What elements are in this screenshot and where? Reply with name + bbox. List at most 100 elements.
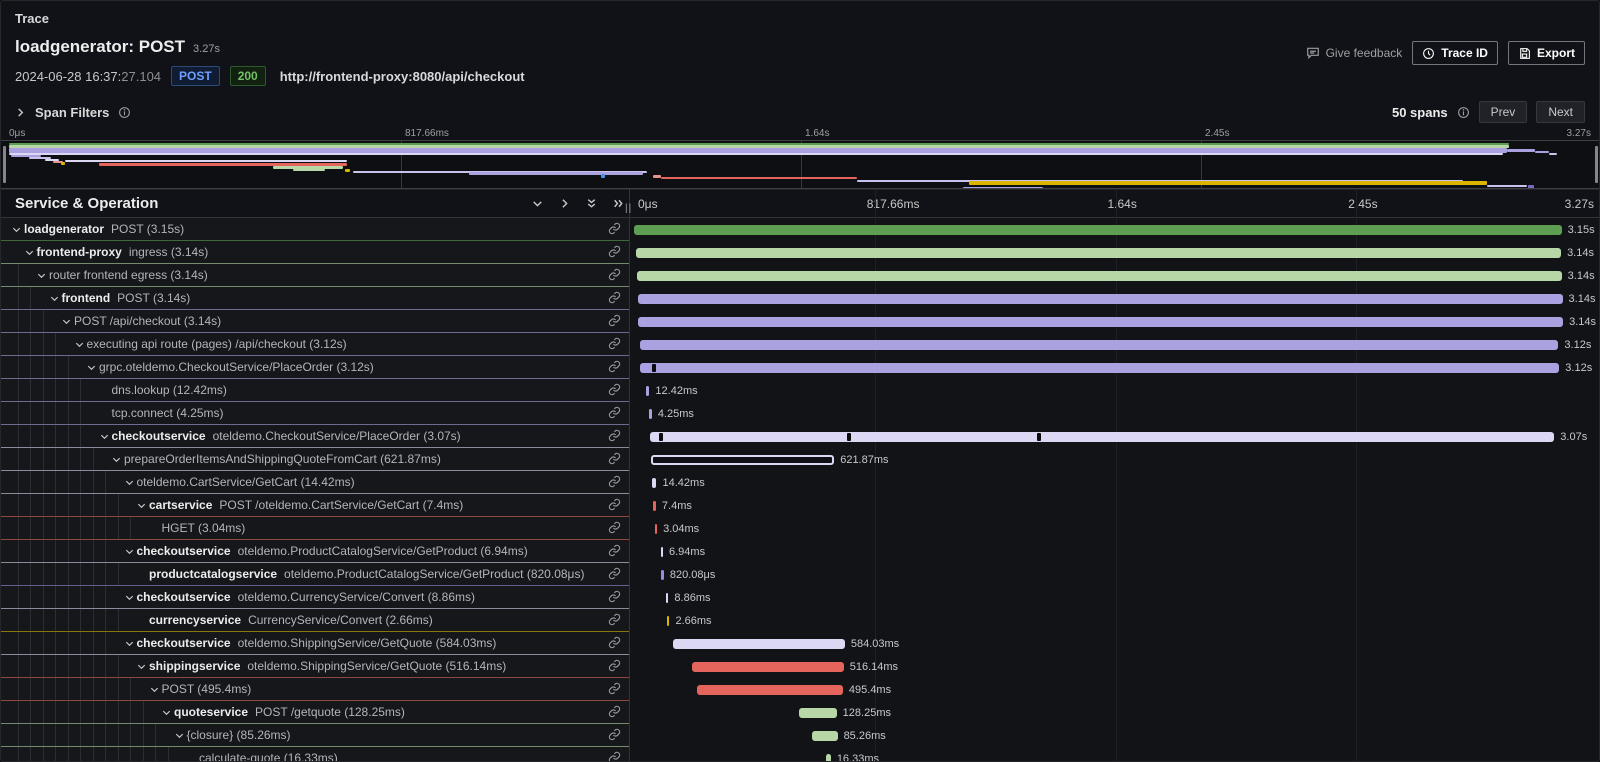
span-name-cell[interactable]: checkoutserviceoteldemo.ShippingService/…	[1, 632, 629, 655]
span-bar-cell[interactable]: 14.42ms	[630, 471, 1599, 494]
span-name-cell[interactable]: grpc.oteldemo.CheckoutService/PlaceOrder…	[1, 356, 629, 379]
span-bar-cell[interactable]: 6.94ms	[630, 540, 1599, 563]
span-name-cell[interactable]: oteldemo.CartService/GetCart (14.42ms)	[1, 471, 629, 494]
span-bar-cell[interactable]: 3.14s	[630, 287, 1599, 310]
span-name-cell[interactable]: POST (495.4ms)	[1, 678, 629, 701]
span-bar[interactable]	[661, 547, 664, 557]
chevron-down-icon[interactable]	[47, 293, 62, 304]
span-bar[interactable]	[640, 363, 1559, 373]
span-name-cell[interactable]: checkoutserviceoteldemo.CurrencyService/…	[1, 586, 629, 609]
span-name-cell[interactable]: currencyserviceCurrencyService/Convert (…	[1, 609, 629, 632]
next-button[interactable]: Next	[1536, 101, 1585, 123]
chevron-down-icon[interactable]	[122, 546, 137, 557]
span-name-cell[interactable]: prepareOrderItemsAndShippingQuoteFromCar…	[1, 448, 629, 471]
span-bar[interactable]	[646, 386, 650, 396]
span-link-icon[interactable]	[608, 659, 621, 677]
span-name-cell[interactable]: cartservicePOST /oteldemo.CartService/Ge…	[1, 494, 629, 517]
span-name-cell[interactable]: shippingserviceoteldemo.ShippingService/…	[1, 655, 629, 678]
span-name-cell[interactable]: quoteservicePOST /getquote (128.25ms)	[1, 701, 629, 724]
span-name-cell[interactable]: checkoutserviceoteldemo.CheckoutService/…	[1, 425, 629, 448]
span-bar[interactable]	[637, 271, 1562, 281]
span-bar-cell[interactable]: 3.04ms	[630, 517, 1599, 540]
span-bar[interactable]	[638, 317, 1563, 327]
span-bar[interactable]	[650, 432, 1554, 442]
span-bar-cell[interactable]: 584.03ms	[630, 632, 1599, 655]
span-link-icon[interactable]	[608, 682, 621, 700]
span-bar-cell[interactable]: 2.66ms	[630, 609, 1599, 632]
span-bar-cell[interactable]: 820.08μs	[630, 563, 1599, 586]
span-link-icon[interactable]	[608, 751, 621, 761]
span-bar-cell[interactable]: 128.25ms	[630, 701, 1599, 724]
span-bar-cell[interactable]: 85.26ms	[630, 724, 1599, 747]
span-bar-cell[interactable]: 3.15s	[630, 218, 1599, 241]
give-feedback-link[interactable]: Give feedback	[1306, 46, 1403, 60]
collapse-one-icon[interactable]	[529, 196, 545, 212]
span-bar[interactable]	[826, 754, 831, 761]
span-bar[interactable]	[636, 248, 1561, 258]
span-name-cell[interactable]: {closure} (85.26ms)	[1, 724, 629, 747]
span-name-cell[interactable]: productcatalogserviceoteldemo.ProductCat…	[1, 563, 629, 586]
span-bar[interactable]	[697, 685, 843, 695]
span-bar-cell[interactable]: 3.14s	[630, 264, 1599, 287]
span-bar-cell[interactable]: 3.14s	[630, 241, 1599, 264]
span-filters-toggle[interactable]: Span Filters	[15, 105, 131, 120]
span-link-icon[interactable]	[608, 337, 621, 355]
span-name-cell[interactable]: dns.lookup (12.42ms)	[1, 379, 629, 402]
span-bar-cell[interactable]: 3.12s	[630, 333, 1599, 356]
span-bar-cell[interactable]: 621.87ms	[630, 448, 1599, 471]
span-bar-cell[interactable]: 516.14ms	[630, 655, 1599, 678]
chevron-down-icon[interactable]	[9, 224, 24, 235]
span-bar[interactable]	[651, 455, 834, 465]
trace-minimap[interactable]	[1, 140, 1599, 189]
span-bar[interactable]	[692, 662, 844, 672]
chevron-down-icon[interactable]	[159, 707, 174, 718]
span-name-cell[interactable]: executing api route (pages) /api/checkou…	[1, 333, 629, 356]
span-bar-cell[interactable]: 3.14s	[630, 310, 1599, 333]
span-name-cell[interactable]: calculate-quote (16.33ms)	[1, 747, 629, 761]
span-name-cell[interactable]: frontendPOST (3.14s)	[1, 287, 629, 310]
span-link-icon[interactable]	[608, 383, 621, 401]
span-name-cell[interactable]: tcp.connect (4.25ms)	[1, 402, 629, 425]
span-bar[interactable]	[640, 340, 1559, 350]
span-bar[interactable]	[649, 409, 652, 419]
expand-all-icon[interactable]	[610, 196, 626, 212]
span-link-icon[interactable]	[608, 728, 621, 746]
span-name-cell[interactable]: POST /api/checkout (3.14s)	[1, 310, 629, 333]
span-bar[interactable]	[652, 478, 656, 488]
trace-id-button[interactable]: Trace ID	[1412, 41, 1498, 65]
chevron-down-icon[interactable]	[22, 247, 37, 258]
span-name-cell[interactable]: checkoutserviceoteldemo.ProductCatalogSe…	[1, 540, 629, 563]
span-bar[interactable]	[634, 225, 1562, 235]
chevron-down-icon[interactable]	[172, 730, 187, 741]
span-link-icon[interactable]	[608, 636, 621, 654]
span-bar[interactable]	[799, 708, 837, 718]
span-bar[interactable]	[667, 616, 670, 626]
chevron-down-icon[interactable]	[122, 477, 137, 488]
minimap-viewport-handle[interactable]	[3, 146, 6, 183]
chevron-down-icon[interactable]	[134, 500, 149, 511]
span-link-icon[interactable]	[608, 498, 621, 516]
chevron-down-icon[interactable]	[122, 592, 137, 603]
chevron-down-icon[interactable]	[34, 270, 49, 281]
span-link-icon[interactable]	[608, 429, 621, 447]
span-link-icon[interactable]	[608, 268, 621, 286]
span-link-icon[interactable]	[608, 705, 621, 723]
span-link-icon[interactable]	[608, 567, 621, 585]
span-link-icon[interactable]	[608, 291, 621, 309]
span-link-icon[interactable]	[608, 314, 621, 332]
span-link-icon[interactable]	[608, 406, 621, 424]
chevron-down-icon[interactable]	[134, 661, 149, 672]
span-link-icon[interactable]	[608, 452, 621, 470]
chevron-down-icon[interactable]	[59, 316, 74, 327]
span-bar[interactable]	[666, 593, 669, 603]
span-link-icon[interactable]	[608, 245, 621, 263]
span-bar-cell[interactable]: 3.07s	[630, 425, 1599, 448]
collapse-all-icon[interactable]	[583, 196, 599, 212]
span-bar-cell[interactable]: 12.42ms	[630, 379, 1599, 402]
span-link-icon[interactable]	[608, 475, 621, 493]
span-name-cell[interactable]: HGET (3.04ms)	[1, 517, 629, 540]
chevron-down-icon[interactable]	[122, 638, 137, 649]
chevron-down-icon[interactable]	[109, 454, 124, 465]
span-link-icon[interactable]	[608, 521, 621, 539]
span-link-icon[interactable]	[608, 544, 621, 562]
